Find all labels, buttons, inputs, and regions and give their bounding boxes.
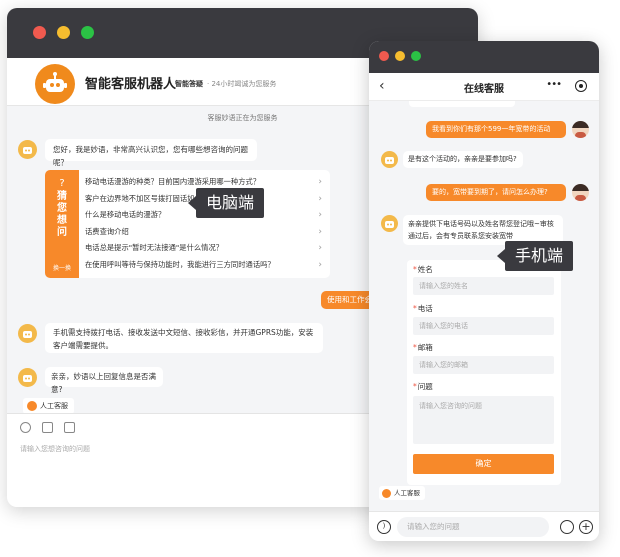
phone-label: *电话 xyxy=(413,304,433,313)
desktop-label-tag: 电脑端 xyxy=(187,188,265,218)
phone-field[interactable]: 请输入您的电话 xyxy=(413,317,554,335)
previous-message xyxy=(409,101,515,107)
name-label: *姓名 xyxy=(413,265,433,274)
question-label: *问题 xyxy=(413,382,433,391)
mobile-window: ‹ 在线客服 ••• 我看到你们有那个599一年宽带的活动 是有这个活动的，亲亲… xyxy=(369,41,599,541)
emoji-icon[interactable] xyxy=(20,422,31,433)
mobile-header: ‹ 在线客服 ••• xyxy=(369,73,599,101)
chevron-right-icon: › xyxy=(318,193,322,204)
faq-side-title: 猜您想问 xyxy=(57,191,67,238)
agent-icon xyxy=(27,401,37,411)
bot-reply: 手机需支持拨打电话、接收发送中文短信、接收彩信，并开通GPRS功能，安装客户端需… xyxy=(45,323,323,353)
submit-button[interactable]: 确定 xyxy=(413,454,554,474)
user-message: 我看到你们有那个599一年宽带的活动 xyxy=(426,121,566,138)
emoji-icon[interactable] xyxy=(560,520,574,534)
chevron-right-icon: › xyxy=(318,259,322,270)
target-icon[interactable] xyxy=(575,80,587,92)
bot-message: 是有这个活动的，亲亲是要参加吗? xyxy=(403,151,523,168)
mobile-label-tag: 手机端 xyxy=(496,241,574,271)
chevron-right-icon: › xyxy=(318,226,322,237)
image-icon[interactable] xyxy=(42,422,53,433)
faq-switch-button[interactable]: 换一换 xyxy=(45,263,79,272)
input-toolbar xyxy=(20,422,75,433)
app-subtitle: 智能答疑 · 24小时竭诚为您服务 xyxy=(175,80,277,88)
bot-avatar xyxy=(381,151,398,168)
email-field[interactable]: 请输入您的邮箱 xyxy=(413,356,554,374)
bot-avatar xyxy=(18,324,37,343)
chevron-right-icon: › xyxy=(318,210,322,220)
app-title: 智能客服机器人 xyxy=(85,77,177,92)
signup-form: *姓名 请输入您的姓名 *电话 请输入您的电话 *邮箱 请输入您的邮箱 *问题 … xyxy=(407,260,561,485)
question-field[interactable]: 请输入您咨询的问题 xyxy=(413,396,554,444)
more-icon[interactable]: ••• xyxy=(546,79,562,90)
minimize-dot[interactable] xyxy=(57,26,70,39)
bot-avatar xyxy=(18,368,37,387)
robot-icon xyxy=(35,64,75,104)
user-avatar xyxy=(572,184,589,201)
email-label: *邮箱 xyxy=(413,343,433,352)
desktop-message-input[interactable]: 请输入您想咨询的问题 xyxy=(20,444,90,454)
mobile-input-bar: ) 请输入您的问题 + xyxy=(369,511,599,541)
bot-avatar xyxy=(18,140,37,159)
agent-icon xyxy=(382,488,391,498)
faq-item[interactable]: 电话总是提示"暂时无法接通"是什么情况？ › xyxy=(85,240,326,257)
close-dot[interactable] xyxy=(33,26,46,39)
voice-icon[interactable]: ) xyxy=(377,520,391,534)
minimize-dot[interactable] xyxy=(395,51,405,61)
user-message: 要的，宽带要到期了，请问怎么办理? xyxy=(426,184,566,201)
chevron-right-icon: › xyxy=(318,177,322,187)
folder-icon[interactable] xyxy=(64,422,75,433)
mobile-message-input[interactable]: 请输入您的问题 xyxy=(397,517,549,537)
faq-item[interactable]: 话费查询介绍 › xyxy=(85,224,326,241)
chevron-right-icon: › xyxy=(318,243,322,253)
faq-side-panel: ? 猜您想问 换一换 xyxy=(45,170,79,278)
close-dot[interactable] xyxy=(379,51,389,61)
mobile-titlebar xyxy=(369,41,599,73)
name-field[interactable]: 请输入您的姓名 xyxy=(413,277,554,295)
maximize-dot[interactable] xyxy=(81,26,94,39)
bot-avatar xyxy=(381,215,398,232)
bot-greeting: 您好，我是妙语，非常高兴认识您，您有哪些想咨询的问题呢？ xyxy=(45,139,257,167)
mobile-title: 在线客服 xyxy=(464,84,504,95)
human-agent-button[interactable]: 人工客服 xyxy=(23,398,74,414)
question-icon: ? xyxy=(59,178,65,189)
human-agent-button[interactable]: 人工客服 xyxy=(379,486,425,500)
plus-icon[interactable]: + xyxy=(579,520,593,534)
faq-card: ? 猜您想问 换一换 移动电话漫游的种类？目前国内漫游采用哪一种方式？ › 客户在… xyxy=(45,170,330,278)
bot-followup: 亲亲，妙语以上回复信息是否满意? xyxy=(45,367,163,394)
user-avatar xyxy=(572,121,589,138)
faq-item[interactable]: 在使用呼叫等待与保持功能时，我能进行三方同时通话吗？ › xyxy=(85,257,326,274)
maximize-dot[interactable] xyxy=(411,51,421,61)
